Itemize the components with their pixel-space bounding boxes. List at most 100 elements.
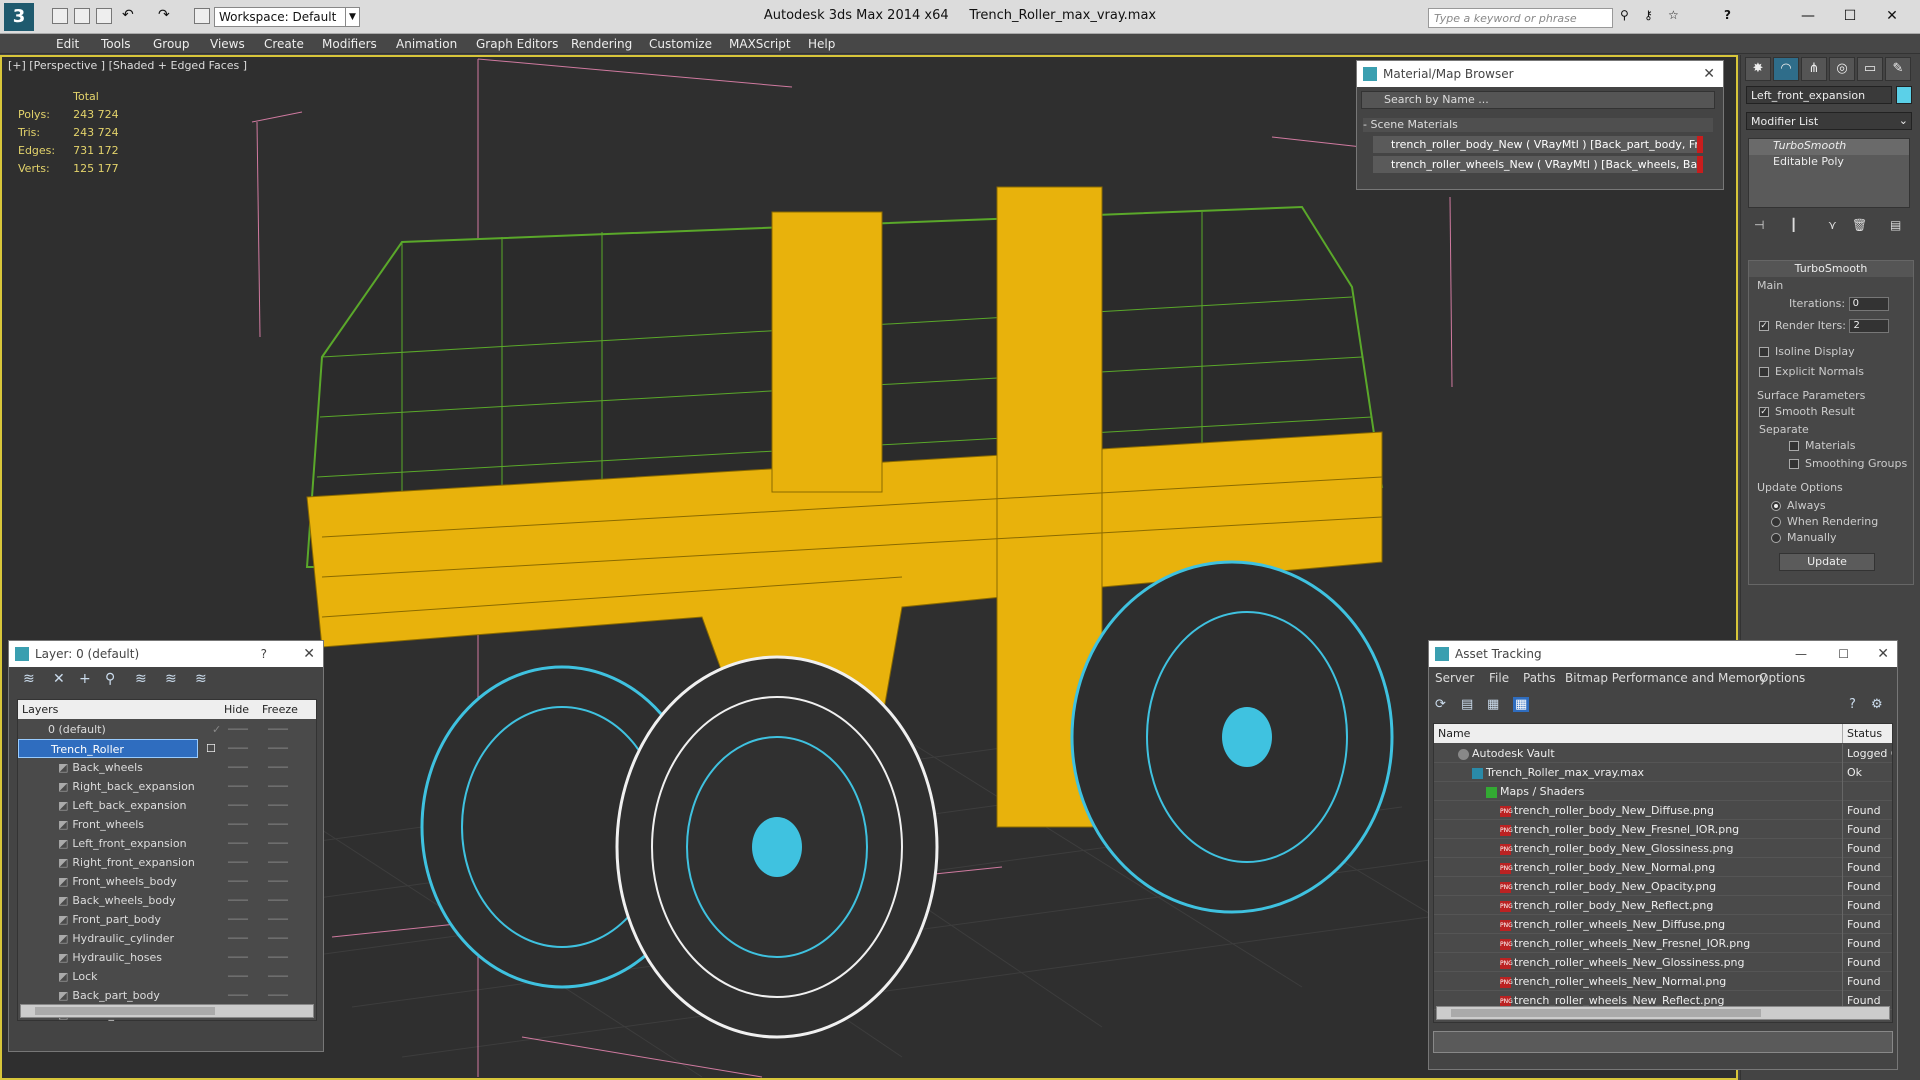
refresh-icon[interactable]: ⟳ <box>1435 697 1446 712</box>
close-icon[interactable]: ✕ <box>1703 61 1715 87</box>
freeze-toggle[interactable]: ─── <box>268 796 288 815</box>
list-view-icon[interactable]: ▤ <box>1461 697 1473 712</box>
layer-visibility-box-icon[interactable]: ☐ <box>206 742 216 755</box>
close-icon[interactable]: ✕ <box>1877 641 1889 667</box>
maximize-button[interactable]: ☐ <box>1836 4 1864 28</box>
layer-object-row[interactable]: ◩ Right_front_expansion ─── ─── <box>18 853 316 872</box>
layer-object-row[interactable]: ◩ Back_part_body ─── ─── <box>18 986 316 1005</box>
hide-toggle[interactable]: ─── <box>228 777 248 796</box>
utilities-tab-icon[interactable]: ✎ <box>1885 57 1911 81</box>
freeze-toggle[interactable]: ─── <box>268 910 288 929</box>
column-status[interactable]: Status <box>1842 724 1882 743</box>
when-rendering-radio[interactable] <box>1771 517 1781 527</box>
hide-toggle[interactable]: ─── <box>228 948 248 967</box>
remove-modifier-icon[interactable]: 🗑 <box>1852 218 1867 232</box>
hide-toggle[interactable]: ─── <box>228 910 248 929</box>
menu-animation[interactable]: Animation <box>396 37 457 51</box>
viewport-label[interactable]: [+] [Perspective ] [Shaded + Edged Faces… <box>8 59 247 72</box>
asset-row[interactable]: PNGtrench_roller_wheels_New_Normal.png Fo… <box>1434 972 1892 991</box>
menu-create[interactable]: Create <box>264 37 304 51</box>
asset-menu-file[interactable]: File <box>1489 671 1509 685</box>
scene-materials-section[interactable]: - Scene Materials <box>1363 118 1713 132</box>
isoline-checkbox[interactable] <box>1759 347 1769 357</box>
help-icon[interactable]: ? <box>1724 8 1740 24</box>
minimize-button[interactable]: — <box>1795 641 1807 667</box>
asset-settings-icon[interactable]: ⚙ <box>1871 697 1883 712</box>
menu-edit[interactable]: Edit <box>56 37 79 51</box>
layer-object-row[interactable]: ◩ Hydraulic_hoses ─── ─── <box>18 948 316 967</box>
scroll-thumb[interactable] <box>35 1007 215 1015</box>
hide-toggle[interactable]: ─── <box>228 853 248 872</box>
asset-row[interactable]: PNGtrench_roller_wheels_New_Glossiness.p… <box>1434 953 1892 972</box>
menu-views[interactable]: Views <box>210 37 245 51</box>
materials-checkbox[interactable] <box>1789 441 1799 451</box>
smoothing-groups-checkbox[interactable] <box>1789 459 1799 469</box>
hide-toggle[interactable]: ─── <box>228 796 248 815</box>
asset-help-icon[interactable]: ? <box>1849 697 1856 712</box>
menu-customize[interactable]: Customize <box>649 37 712 51</box>
column-freeze[interactable]: Freeze <box>262 700 298 719</box>
material-item[interactable]: trench_roller_body_New ( VRayMtl ) [Back… <box>1373 136 1703 153</box>
column-layers[interactable]: Layers <box>22 700 58 719</box>
asset-row[interactable]: PNGtrench_roller_body_New_Diffuse.png Fou… <box>1434 801 1892 820</box>
layer-object-row[interactable]: ◩ Lock ─── ─── <box>18 967 316 986</box>
delete-layer-icon[interactable]: ✕ <box>53 671 65 687</box>
maximize-button[interactable]: ☐ <box>1838 641 1849 667</box>
asset-row[interactable]: PNGtrench_roller_body_New_Normal.png Foun… <box>1434 858 1892 877</box>
asset-menu-server[interactable]: Server <box>1435 671 1474 685</box>
layer-row-trench-roller[interactable]: Trench_Roller <box>18 739 198 758</box>
menu-graph-editors[interactable]: Graph Editors <box>476 37 558 51</box>
help-icon[interactable]: ? <box>261 641 267 667</box>
explicit-normals-checkbox[interactable] <box>1759 367 1769 377</box>
asset-menu-bitmap[interactable]: Bitmap Performance and Memory <box>1565 671 1767 685</box>
hide-all-icon[interactable]: ≋ <box>165 671 177 687</box>
freeze-toggle[interactable]: ─── <box>268 853 288 872</box>
manually-radio[interactable] <box>1771 533 1781 543</box>
freeze-toggle[interactable]: ─── <box>268 777 288 796</box>
column-hide[interactable]: Hide <box>224 700 249 719</box>
rollout-title[interactable]: TurboSmooth <box>1749 261 1913 277</box>
freeze-toggle[interactable]: ─── <box>268 758 288 777</box>
configure-sets-icon[interactable]: ▤ <box>1890 218 1901 232</box>
grid-view-icon[interactable]: ▦ <box>1513 697 1530 712</box>
asset-menu-paths[interactable]: Paths <box>1523 671 1556 685</box>
always-radio[interactable] <box>1771 501 1781 511</box>
freeze-toggle[interactable]: ─── <box>268 986 288 1005</box>
hide-toggle[interactable]: ─── <box>228 758 248 777</box>
hide-toggle[interactable]: ─── <box>228 986 248 1005</box>
display-tab-icon[interactable]: ▭ <box>1857 57 1883 81</box>
update-button[interactable]: Update <box>1779 553 1875 571</box>
keyword-search-input[interactable]: Type a keyword or phrase <box>1428 8 1613 28</box>
make-unique-icon[interactable]: ⋎ <box>1828 218 1837 232</box>
hide-toggle[interactable]: ─── <box>228 742 248 755</box>
minimize-button[interactable]: — <box>1794 4 1822 28</box>
create-layer-icon[interactable]: ≋ <box>23 671 35 687</box>
layer-object-row[interactable]: ◩ Left_front_expansion ─── ─── <box>18 834 316 853</box>
scroll-thumb[interactable] <box>1451 1009 1761 1017</box>
menu-help[interactable]: Help <box>808 37 835 51</box>
hide-toggle[interactable]: ─── <box>228 815 248 834</box>
modifier-list-dropdown[interactable]: Modifier List ⌄ <box>1746 112 1912 130</box>
layer-object-row[interactable]: ◩ Front_part_body ─── ─── <box>18 910 316 929</box>
menu-maxscript[interactable]: MAXScript <box>729 37 791 51</box>
asset-row[interactable]: PNGtrench_roller_body_New_Opacity.png Fou… <box>1434 877 1892 896</box>
asset-row[interactable]: Autodesk Vault Logged O <box>1434 744 1892 763</box>
menu-modifiers[interactable]: Modifiers <box>322 37 377 51</box>
layer-object-row[interactable]: ◩ Hydraulic_cylinder ─── ─── <box>18 929 316 948</box>
layer-object-row[interactable]: ◩ Back_wheels ─── ─── <box>18 758 316 777</box>
freeze-toggle[interactable]: ─── <box>268 815 288 834</box>
modify-tab-icon[interactable]: ◠ <box>1773 57 1799 81</box>
asset-row[interactable]: PNGtrench_roller_wheels_New_Diffuse.png F… <box>1434 915 1892 934</box>
asset-menu-options[interactable]: Options <box>1759 671 1805 685</box>
key-icon[interactable]: ⚷ <box>1644 8 1660 24</box>
menu-rendering[interactable]: Rendering <box>571 37 632 51</box>
layer-object-row[interactable]: ◩ Front_wheels_body ─── ─── <box>18 872 316 891</box>
hide-toggle[interactable]: ─── <box>228 967 248 986</box>
hide-toggle[interactable]: ─── <box>228 891 248 910</box>
close-icon[interactable]: ✕ <box>303 641 315 667</box>
hide-toggle[interactable]: ─── <box>228 720 248 739</box>
material-item[interactable]: trench_roller_wheels_New ( VRayMtl ) [Ba… <box>1373 156 1703 173</box>
motion-tab-icon[interactable]: ◎ <box>1829 57 1855 81</box>
close-button[interactable]: ✕ <box>1878 4 1906 28</box>
column-name[interactable]: Name <box>1438 724 1470 743</box>
